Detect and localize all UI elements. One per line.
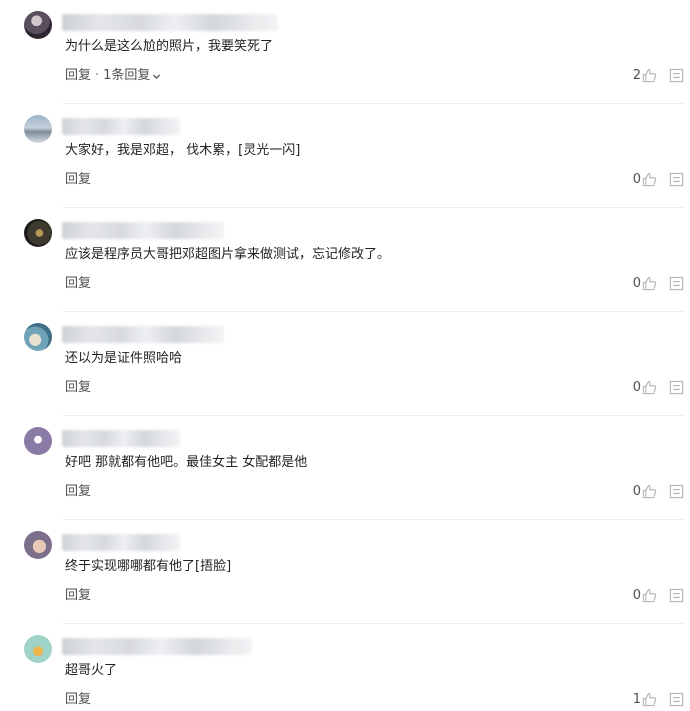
comment-item: 为什么是这么尬的照片，我要笑死了 回复 · 1条回复 2 (0, 0, 690, 104)
reply-button[interactable]: 回复 (65, 67, 91, 85)
like-count: 0 (632, 483, 641, 499)
like-count: 0 (632, 171, 641, 187)
like-count: 0 (632, 379, 641, 395)
like-area: 0 (633, 274, 684, 292)
separator: · (95, 68, 100, 83)
thumbs-up-icon[interactable] (642, 380, 657, 395)
more-icon[interactable] (669, 588, 684, 603)
comment-text: 终于实现哪哪都有他了[捂脸] (65, 559, 232, 574)
more-icon[interactable] (669, 380, 684, 395)
comment-actions: 回复 (65, 691, 91, 709)
thumbs-up-icon[interactable] (642, 588, 657, 603)
comment-text: 还以为是证件照哈哈 (65, 351, 183, 366)
username-redacted[interactable] (62, 222, 224, 239)
comment-text: 好吧 那就都有他吧。最佳女主 女配都是他 (65, 455, 308, 470)
avatar[interactable] (24, 427, 52, 455)
username-redacted[interactable] (62, 326, 224, 343)
avatar[interactable] (24, 531, 52, 559)
like-area: 0 (633, 170, 684, 188)
comment-text: 为什么是这么尬的照片，我要笑死了 (65, 39, 274, 54)
comment-item: 大家好，我是邓超， 伐木累，[灵光一闪] 回复 0 (0, 104, 690, 208)
like-area: 2 (633, 66, 684, 84)
comment-actions: 回复 · 1条回复 (65, 67, 161, 85)
more-icon[interactable] (669, 484, 684, 499)
avatar[interactable] (24, 323, 52, 351)
comment-text: 大家好，我是邓超， 伐木累，[灵光一闪] (65, 143, 301, 158)
username-redacted[interactable] (62, 118, 180, 135)
reply-button[interactable]: 回复 (65, 275, 91, 293)
avatar[interactable] (24, 635, 52, 663)
avatar[interactable] (24, 219, 52, 247)
like-area: 0 (633, 482, 684, 500)
thumbs-up-icon[interactable] (642, 68, 657, 83)
reply-button[interactable]: 回复 (65, 483, 91, 501)
comment-text: 应该是程序员大哥把邓超图片拿来做测试，忘记修改了。 (65, 247, 391, 262)
thumbs-up-icon[interactable] (642, 276, 657, 291)
comment-item: 超哥火了 回复 1 (0, 624, 690, 711)
view-replies-label: 1条回复 (103, 68, 151, 83)
like-count: 0 (632, 587, 641, 603)
comment-actions: 回复 (65, 171, 91, 189)
thumbs-up-icon[interactable] (642, 484, 657, 499)
chevron-down-icon (153, 73, 161, 79)
more-icon[interactable] (669, 172, 684, 187)
comment-actions: 回复 (65, 587, 91, 605)
reply-button[interactable]: 回复 (65, 587, 91, 605)
like-count: 0 (632, 275, 641, 291)
comment-item: 终于实现哪哪都有他了[捂脸] 回复 0 (0, 520, 690, 624)
avatar[interactable] (24, 11, 52, 39)
reply-button[interactable]: 回复 (65, 171, 91, 189)
like-area: 0 (633, 378, 684, 396)
avatar[interactable] (24, 115, 52, 143)
comment-actions: 回复 (65, 379, 91, 397)
reply-button[interactable]: 回复 (65, 691, 91, 709)
reply-button[interactable]: 回复 (65, 379, 91, 397)
like-count: 1 (632, 691, 641, 707)
username-redacted[interactable] (62, 14, 278, 31)
more-icon[interactable] (669, 276, 684, 291)
username-redacted[interactable] (62, 534, 180, 551)
comment-actions: 回复 (65, 275, 91, 293)
username-redacted[interactable] (62, 638, 252, 655)
like-area: 0 (633, 586, 684, 604)
username-redacted[interactable] (62, 430, 180, 447)
comment-item: 好吧 那就都有他吧。最佳女主 女配都是他 回复 0 (0, 416, 690, 520)
more-icon[interactable] (669, 692, 684, 707)
comment-item: 应该是程序员大哥把邓超图片拿来做测试，忘记修改了。 回复 0 (0, 208, 690, 312)
like-count: 2 (632, 67, 641, 83)
comment-actions: 回复 (65, 483, 91, 501)
thumbs-up-icon[interactable] (642, 172, 657, 187)
comment-text: 超哥火了 (65, 663, 118, 678)
thumbs-up-icon[interactable] (642, 692, 657, 707)
view-replies-link[interactable]: 1条回复 (103, 67, 161, 85)
comment-item: 还以为是证件照哈哈 回复 0 (0, 312, 690, 416)
like-area: 1 (633, 690, 684, 708)
more-icon[interactable] (669, 68, 684, 83)
